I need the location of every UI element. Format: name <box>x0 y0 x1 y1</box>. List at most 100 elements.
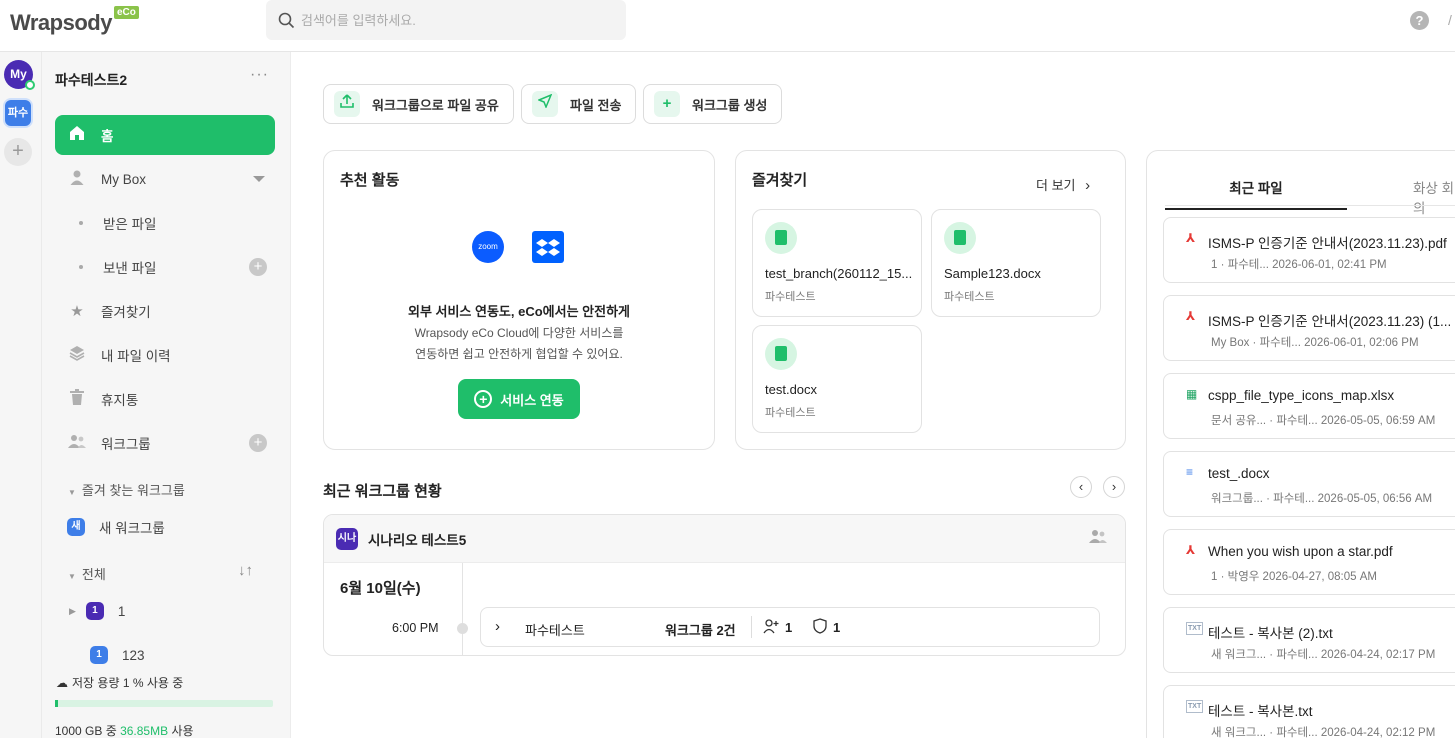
card-title: 즐겨찾기 <box>752 172 808 189</box>
chevron-right-icon[interactable]: ▶ <box>69 606 76 617</box>
more-options-icon[interactable]: ··· <box>250 66 269 84</box>
bullet-icon <box>79 221 83 225</box>
recent-file-item[interactable]: ⅄ ISMS-P 인증기준 안내서(2023.11.23).pdf 1 · 파수… <box>1163 217 1455 283</box>
recommend-headline: 외부 서비스 연동도, eCo에서는 안전하게 <box>407 304 631 319</box>
spreadsheet-file-icon: ▦ <box>1186 387 1198 401</box>
file-name: Sample123.docx <box>944 266 1041 281</box>
activity-row[interactable]: › 파수테스트 워크그룹 2건 1 1 <box>480 607 1100 647</box>
sidebar-item-label: 즐겨찾기 <box>101 305 151 320</box>
sidebar-item-received-files[interactable]: 받은 파일 <box>55 203 275 243</box>
connect-service-button[interactable]: + 서비스 연동 <box>458 379 580 419</box>
sidebar-item-workgroups[interactable]: 워크그룹 + <box>55 423 275 463</box>
workgroup-badge: 1 <box>90 646 108 664</box>
chevron-right-icon: › <box>1085 177 1091 194</box>
sidebar-item-home[interactable]: 홈 <box>55 115 275 155</box>
description-line: Wrapsody eCo Cloud에 다양한 서비스를 <box>414 326 624 340</box>
sort-icon[interactable]: ↓↑ <box>238 562 253 579</box>
sidebar-item-new-workgroup[interactable]: 새 새 워크그룹 <box>55 507 275 547</box>
sidebar-item-sent-files[interactable]: 보낸 파일 + <box>55 247 275 287</box>
workspace-switch-button[interactable]: 파수 <box>5 100 31 126</box>
button-label: 서비스 연동 <box>500 392 564 408</box>
workspace-title: 파수테스트2 <box>55 72 128 88</box>
sidebar-item-my-box[interactable]: My Box <box>55 159 275 199</box>
zoom-icon[interactable]: zoom <box>472 231 504 263</box>
help-icon[interactable]: ? <box>1410 11 1429 30</box>
search-icon <box>278 12 295 28</box>
sidebar-item-file-history[interactable]: 내 파일 이력 <box>55 335 275 375</box>
recent-file-item[interactable]: ⅄ When you wish upon a star.pdf 1 · 박영우 … <box>1163 529 1455 595</box>
security-count: 1 <box>833 620 841 635</box>
sidebar-item-workgroup-1[interactable]: ▶ 1 1 <box>55 591 275 631</box>
recent-file-item[interactable]: ⅄ ISMS-P 인증기준 안내서(2023.11.23) (1... My B… <box>1163 295 1455 361</box>
workgroup-badge: 새 <box>67 518 85 536</box>
word-file-icon: ≡ <box>1186 465 1194 479</box>
dropbox-icon[interactable] <box>532 231 564 263</box>
favorite-file-tile[interactable]: test.docx 파수테스트 <box>752 325 922 433</box>
user-icon <box>67 169 87 189</box>
avatar[interactable]: My <box>4 60 35 90</box>
favorite-workgroups-toggle[interactable]: ▼ 즐겨 찾는 워크그룹 <box>68 480 185 499</box>
send-file-button[interactable]: 파일 전송 <box>521 84 637 124</box>
storage-suffix: 사용 <box>168 724 194 738</box>
recent-file-item[interactable]: TXT 테스트 - 복사본.txt 새 워크그... · 파수테... 2026… <box>1163 685 1455 738</box>
plus-circle-icon: + <box>474 390 493 408</box>
text-file-icon: TXT <box>1186 622 1204 635</box>
user-menu-icon[interactable]: / <box>1448 12 1452 28</box>
recommend-description: Wrapsody eCo Cloud에 다양한 서비스를 연동하면 쉽고 안전하게… <box>324 323 714 365</box>
search-input[interactable] <box>301 12 601 28</box>
chevron-down-icon[interactable] <box>253 176 265 182</box>
sidebar-item-favorites[interactable]: ★ 즐겨찾기 <box>55 291 275 331</box>
workgroup-activity-card: 시나 시나리오 테스트5 6월 10일(수) 6:00 PM › 파수테스트 워… <box>323 514 1126 656</box>
add-workgroup-icon[interactable]: + <box>249 434 267 452</box>
online-status-dot <box>25 80 35 90</box>
all-workgroups-toggle[interactable]: ▼ 전체 <box>68 564 106 583</box>
search-box[interactable] <box>266 0 626 40</box>
see-more-link[interactable]: 더 보기 › <box>1036 175 1090 194</box>
sidebar-item-label: 123 <box>122 647 145 663</box>
create-workgroup-button[interactable]: + 워크그룹 생성 <box>643 84 783 124</box>
prev-button[interactable]: ‹ <box>1070 476 1092 498</box>
share-to-workgroup-button[interactable]: 워크그룹으로 파일 공유 <box>323 84 514 124</box>
file-meta: 1 · 파수테... 2026-06-01, 02:41 PM <box>1211 259 1387 271</box>
favorite-file-tile[interactable]: test_branch(260112_15... 파수테스트 <box>752 209 922 317</box>
recent-files-panel: 최근 파일 화상 회의 ⅄ ISMS-P 인증기준 안내서(2023.11.23… <box>1146 150 1455 738</box>
recent-file-item[interactable]: ≡ test_.docx 워크그룹... · 파수테... 2026-05-05… <box>1163 451 1455 517</box>
file-meta: My Box · 파수테... 2026-06-01, 02:06 PM <box>1211 337 1419 349</box>
recent-file-item[interactable]: ▦ cspp_file_type_icons_map.xlsx 문서 공유...… <box>1163 373 1455 439</box>
favorites-card: 즐겨찾기 더 보기 › test_branch(260112_15... 파수테… <box>735 150 1126 450</box>
sidebar-item-label: 받은 파일 <box>103 217 157 232</box>
workgroup-header[interactable]: 시나 시나리오 테스트5 <box>324 515 1125 563</box>
workspace-rail: My 파수 + <box>0 52 42 738</box>
main-content: 워크그룹으로 파일 공유 파일 전송 + 워크그룹 생성 추천 활동 zoom … <box>291 52 1146 738</box>
section-label: 전체 <box>81 567 106 582</box>
top-bar: Wrapsody eCo ? / <box>0 0 1455 52</box>
app-logo[interactable]: Wrapsody <box>10 10 112 36</box>
sidebar-item-label: 휴지통 <box>101 393 139 408</box>
file-name: ISMS-P 인증기준 안내서(2023.11.23).pdf <box>1208 236 1447 251</box>
recent-file-item[interactable]: TXT 테스트 - 복사본 (2).txt 새 워크그... · 파수테... … <box>1163 607 1455 673</box>
members-icon[interactable] <box>1089 529 1107 546</box>
activity-date: 6월 10일(수) <box>340 580 421 597</box>
sidebar-item-trash[interactable]: 휴지통 <box>55 379 275 419</box>
next-button[interactable]: › <box>1103 476 1125 498</box>
workgroup-name: 시나리오 테스트5 <box>368 532 467 548</box>
sidebar-item-workgroup-123[interactable]: 1 123 <box>55 635 275 675</box>
add-workspace-button[interactable]: + <box>4 138 32 166</box>
file-meta: 워크그룹... · 파수테... 2026-05-05, 06:56 AM <box>1211 493 1433 505</box>
chevron-right-icon[interactable]: › <box>495 618 500 635</box>
document-icon <box>944 222 976 254</box>
recommend-card: 추천 활동 zoom 외부 서비스 연동도, eCo에서는 안전하게 Wraps… <box>323 150 715 450</box>
tab-video-meetings[interactable]: 화상 회의 <box>1413 177 1455 217</box>
activity-summary: 워크그룹 2건 <box>665 623 736 638</box>
divider <box>751 616 752 638</box>
button-label: 파일 전송 <box>570 97 622 113</box>
file-owner: 파수테스트 <box>765 291 816 303</box>
favorite-file-tile[interactable]: Sample123.docx 파수테스트 <box>931 209 1101 317</box>
file-name: ISMS-P 인증기준 안내서(2023.11.23) (1... <box>1208 314 1452 329</box>
file-name: 테스트 - 복사본 (2).txt <box>1208 626 1333 641</box>
storage-progress-fill <box>55 700 58 707</box>
file-meta: 새 워크그... · 파수테... 2026-04-24, 02:12 PM <box>1211 727 1436 738</box>
add-icon[interactable]: + <box>249 258 267 276</box>
sidebar-item-label: My Box <box>101 171 147 187</box>
section-label: 즐겨 찾는 워크그룹 <box>81 483 185 498</box>
